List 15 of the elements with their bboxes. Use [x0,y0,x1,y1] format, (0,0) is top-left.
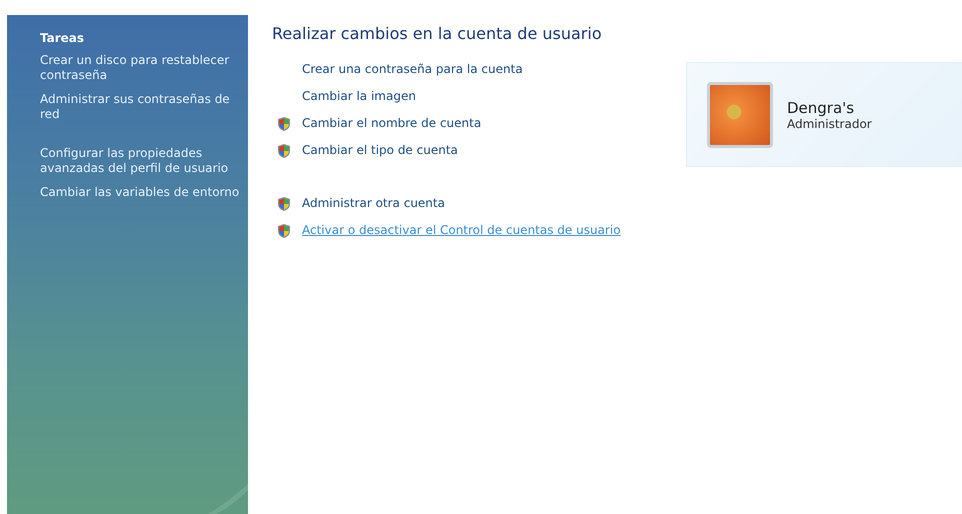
task-link[interactable]: Configurar las propiedades avanzadas del perfil de usuario [40,146,240,176]
task-link[interactable]: Cambiar las variables de entorno [40,185,240,200]
task-link[interactable]: Crear un disco para restablecer contraseña [40,53,240,83]
account-link[interactable]: Crear una contraseña para la cuenta [302,61,523,78]
user-name: Dengra's [787,98,856,116]
user-role: Administrador [787,116,872,130]
sidebar-title: Tareas [40,31,86,45]
avatar-placeholder [707,82,773,148]
account-link[interactable]: Administrar otra cuenta [302,195,445,212]
page-title: Realizar cambios en la cuenta de usuario [272,24,603,43]
account-link[interactable]: Cambiar el nombre de cuenta [302,115,482,132]
account-link[interactable]: Cambiar la imagen [302,88,416,105]
corner-swoosh-icon [208,484,248,514]
task-link[interactable]: Administrar sus contraseñas de red [40,92,240,122]
account-link[interactable]: Cambiar el tipo de cuenta [302,142,458,159]
